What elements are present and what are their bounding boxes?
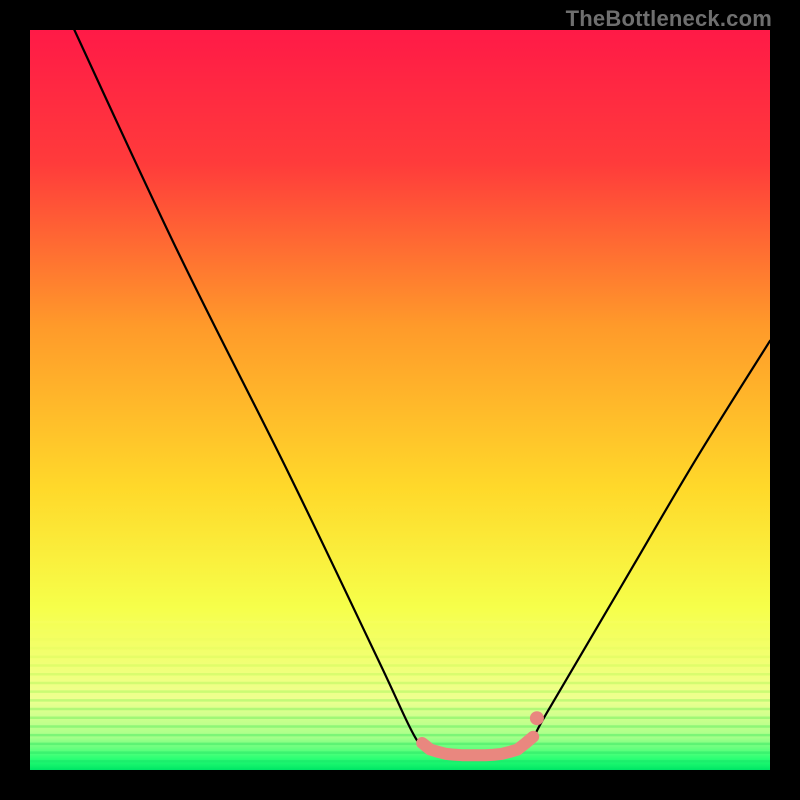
optimal-region-end-dot [530,711,544,725]
gradient-background [30,30,770,770]
chart-frame: TheBottleneck.com [0,0,800,800]
bottleneck-chart [30,30,770,770]
watermark-text: TheBottleneck.com [566,6,772,32]
plot-area [30,30,770,770]
